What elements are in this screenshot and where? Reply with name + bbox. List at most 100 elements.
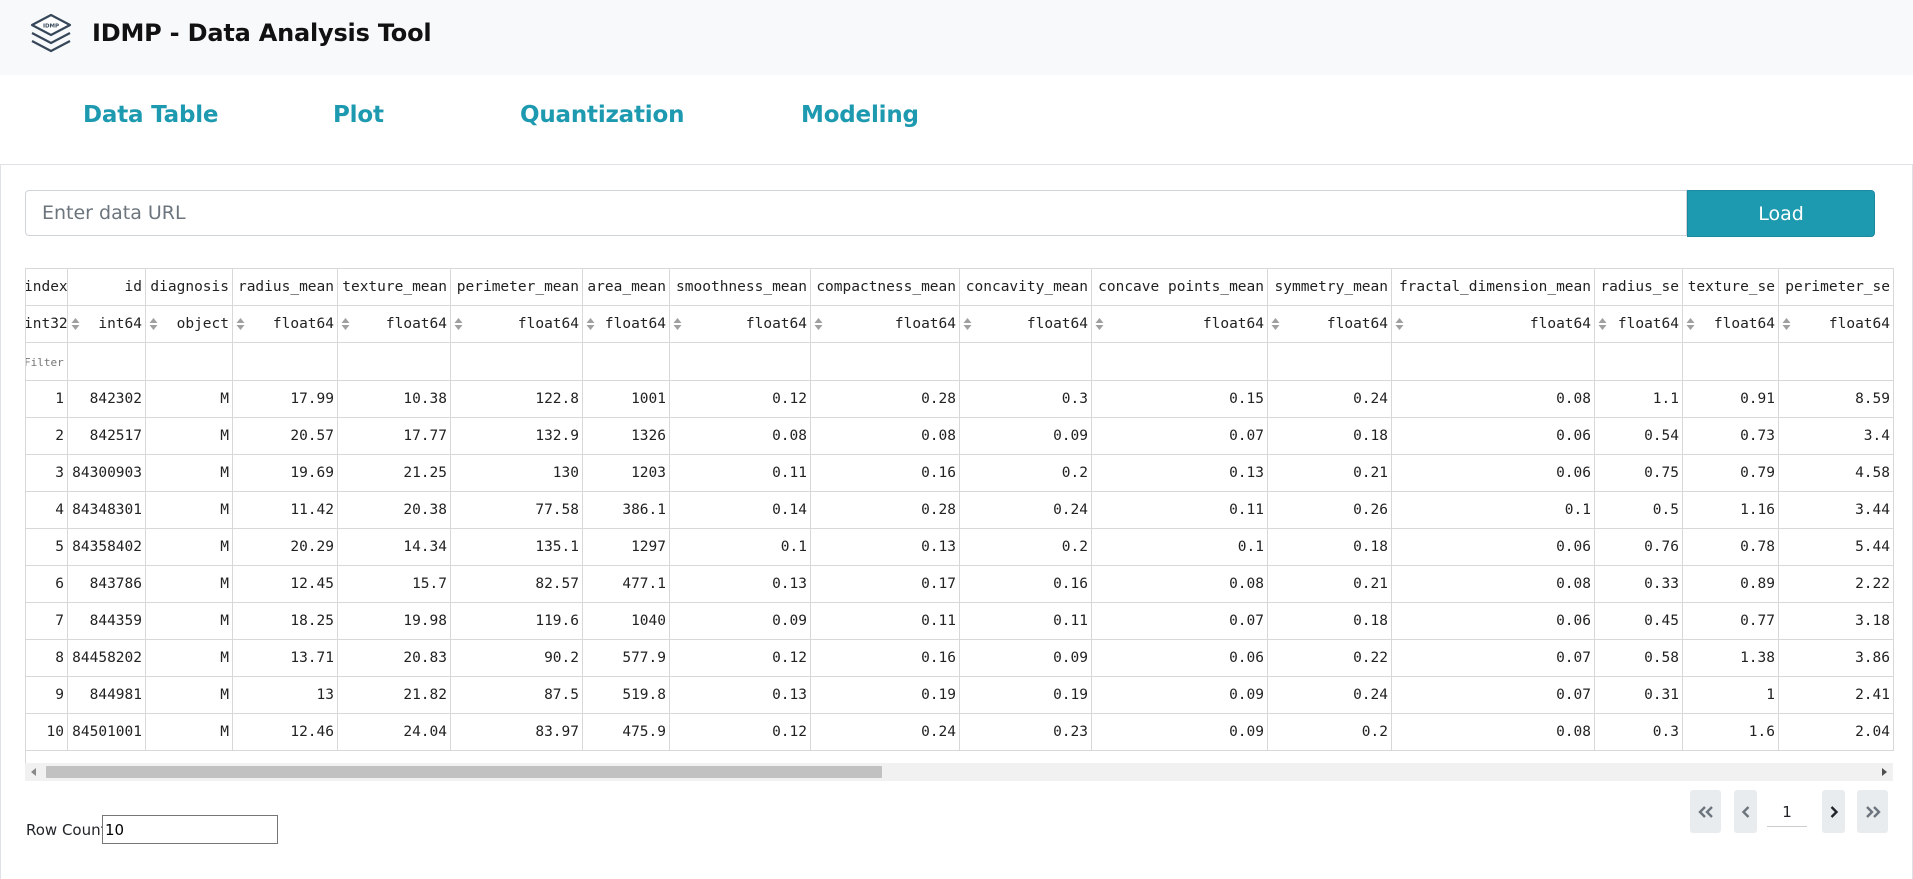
table-cell[interactable]: 21.82 <box>337 676 451 714</box>
horizontal-scrollbar[interactable] <box>25 763 1893 781</box>
table-cell[interactable]: 0.26 <box>1267 491 1392 529</box>
sort-icon[interactable] <box>454 317 463 331</box>
last-page-button[interactable] <box>1857 790 1888 833</box>
table-cell[interactable]: 0.1 <box>1091 528 1268 566</box>
table-cell[interactable]: 1297 <box>582 528 670 566</box>
table-cell[interactable]: 0.18 <box>1267 528 1392 566</box>
filter-cell[interactable] <box>337 342 451 381</box>
table-row[interactable]: 5 84358402 M 20.29 14.34 135.1 1297 0.1 0.13 0.2 0… <box>26 528 1894 566</box>
table-cell[interactable]: 119.6 <box>450 602 583 640</box>
dtype-cell[interactable]: float64 <box>582 305 670 343</box>
table-cell[interactable]: 0.07 <box>1391 639 1595 677</box>
table-cell[interactable]: 0.19 <box>959 676 1092 714</box>
table-cell[interactable]: 17.77 <box>337 417 451 455</box>
tab-data-table[interactable]: Data Table <box>83 102 219 128</box>
table-cell[interactable]: 2.22 <box>1778 565 1894 603</box>
table-cell[interactable]: 0.5 <box>1594 491 1683 529</box>
table-cell[interactable]: M <box>145 454 233 492</box>
table-cell[interactable]: 20.29 <box>232 528 338 566</box>
table-cell[interactable]: 4 <box>26 491 68 529</box>
column-header-texture-se[interactable]: texture_se <box>1682 268 1779 306</box>
table-cell[interactable]: 15.7 <box>337 565 451 603</box>
table-cell[interactable]: 0.58 <box>1594 639 1683 677</box>
table-cell[interactable]: 0.06 <box>1391 528 1595 566</box>
table-cell[interactable]: 3 <box>26 454 68 492</box>
table-cell[interactable]: 0.11 <box>1091 491 1268 529</box>
filter-cell[interactable] <box>1391 342 1595 381</box>
table-cell[interactable]: M <box>145 417 233 455</box>
table-cell[interactable]: 0.19 <box>810 676 960 714</box>
table-cell[interactable]: 0.89 <box>1682 565 1779 603</box>
dtype-cell[interactable]: int64 <box>67 305 146 343</box>
filter-cell[interactable] <box>959 342 1092 381</box>
table-cell[interactable]: 4.58 <box>1778 454 1894 492</box>
table-cell[interactable]: 9 <box>26 676 68 714</box>
table-cell[interactable]: 12.45 <box>232 565 338 603</box>
table-cell[interactable]: 84348301 <box>67 491 146 529</box>
table-cell[interactable]: 0.07 <box>1091 602 1268 640</box>
column-header-symmetry-mean[interactable]: symmetry_mean <box>1267 268 1392 306</box>
table-cell[interactable]: 0.09 <box>669 602 811 640</box>
dtype-cell[interactable]: float64 <box>1594 305 1683 343</box>
table-cell[interactable]: M <box>145 528 233 566</box>
column-header-perimeter-se[interactable]: perimeter_se <box>1778 268 1894 306</box>
table-cell[interactable]: 0.23 <box>959 713 1092 751</box>
table-cell[interactable]: 0.73 <box>1682 417 1779 455</box>
next-page-button[interactable] <box>1822 790 1845 833</box>
filter-cell[interactable] <box>1682 342 1779 381</box>
table-cell[interactable]: 0.77 <box>1682 602 1779 640</box>
scroll-left-icon[interactable] <box>31 768 36 776</box>
table-cell[interactable]: 1001 <box>582 380 670 418</box>
table-cell[interactable]: 84501001 <box>67 713 146 751</box>
table-cell[interactable]: 10.38 <box>337 380 451 418</box>
table-cell[interactable]: 0.24 <box>959 491 1092 529</box>
table-cell[interactable]: 0.08 <box>1391 713 1595 751</box>
table-cell[interactable]: 5.44 <box>1778 528 1894 566</box>
table-cell[interactable]: 0.06 <box>1391 417 1595 455</box>
dtype-cell[interactable]: float64 <box>1091 305 1268 343</box>
dtype-cell[interactable]: float64 <box>1778 305 1894 343</box>
filter-cell[interactable] <box>26 342 68 381</box>
table-cell[interactable]: 1040 <box>582 602 670 640</box>
sort-icon[interactable] <box>1271 317 1280 331</box>
table-cell[interactable]: 519.8 <box>582 676 670 714</box>
table-cell[interactable]: M <box>145 639 233 677</box>
dtype-cell[interactable]: float64 <box>1682 305 1779 343</box>
table-cell[interactable]: 577.9 <box>582 639 670 677</box>
sort-icon[interactable] <box>71 317 80 331</box>
table-cell[interactable]: 0.16 <box>810 639 960 677</box>
table-cell[interactable]: 0.2 <box>959 454 1092 492</box>
table-cell[interactable]: 0.06 <box>1391 454 1595 492</box>
table-cell[interactable]: 0.08 <box>810 417 960 455</box>
sort-icon[interactable] <box>1782 317 1791 331</box>
column-header-radius-se[interactable]: radius_se <box>1594 268 1683 306</box>
filter-cell[interactable] <box>669 342 811 381</box>
column-header-concavity-mean[interactable]: concavity_mean <box>959 268 1092 306</box>
column-header-fractal-dimension-mean[interactable]: fractal_dimension_mean <box>1391 268 1595 306</box>
table-cell[interactable]: 0.06 <box>1091 639 1268 677</box>
sort-icon[interactable] <box>814 317 823 331</box>
filter-cell[interactable] <box>582 342 670 381</box>
dtype-cell[interactable]: float64 <box>959 305 1092 343</box>
table-row[interactable]: 2 842517 M 20.57 17.77 132.9 1326 0.08 0.08 0.09 0… <box>26 417 1894 455</box>
table-cell[interactable]: 0.24 <box>1267 380 1392 418</box>
table-cell[interactable]: 0.24 <box>1267 676 1392 714</box>
table-row[interactable]: 1 842302 M 17.99 10.38 122.8 1001 0.12 0.28 0.3 0.… <box>26 380 1894 418</box>
column-header-index[interactable]: index <box>26 268 68 306</box>
table-cell[interactable]: 21.25 <box>337 454 451 492</box>
table-cell[interactable]: 20.57 <box>232 417 338 455</box>
table-cell[interactable]: 0.75 <box>1594 454 1683 492</box>
column-header-id[interactable]: id <box>67 268 146 306</box>
prev-page-button[interactable] <box>1734 790 1757 833</box>
table-cell[interactable]: 842517 <box>67 417 146 455</box>
sort-icon[interactable] <box>963 317 972 331</box>
table-cell[interactable]: M <box>145 491 233 529</box>
table-cell[interactable]: 1203 <box>582 454 670 492</box>
column-header-radius-mean[interactable]: radius_mean <box>232 268 338 306</box>
table-row[interactable]: 10 84501001 M 12.46 24.04 83.97 475.9 0.12 0.24 0… <box>26 713 1894 751</box>
table-cell[interactable]: 17.99 <box>232 380 338 418</box>
table-cell[interactable]: 0.08 <box>1391 380 1595 418</box>
sort-icon[interactable] <box>1395 317 1404 331</box>
table-cell[interactable]: 0.11 <box>669 454 811 492</box>
table-cell[interactable]: 844981 <box>67 676 146 714</box>
